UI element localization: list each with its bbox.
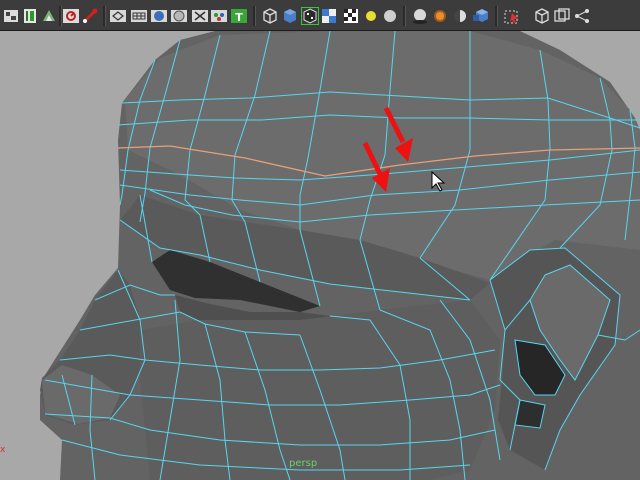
isolate-select-icon[interactable]	[573, 7, 591, 25]
surface-snap-icon[interactable]	[40, 7, 58, 25]
camera-icon[interactable]	[533, 7, 551, 25]
grid-snap-icon[interactable]	[2, 7, 20, 25]
svg-text:T: T	[235, 11, 243, 24]
bounding-box-icon[interactable]	[362, 7, 380, 25]
default-material-icon[interactable]	[261, 7, 279, 25]
flat-shade-icon[interactable]	[170, 7, 188, 25]
selection-highlight-icon[interactable]	[281, 7, 299, 25]
texture-display-icon[interactable]	[301, 7, 319, 25]
light-icon[interactable]	[342, 7, 360, 25]
texture-icon[interactable]	[210, 7, 228, 25]
xray-icon[interactable]	[191, 7, 209, 25]
checker-icon[interactable]	[320, 7, 338, 25]
resolution-gate-icon[interactable]	[472, 7, 490, 25]
camera-name-label: persp	[289, 458, 318, 469]
view-axis-indicator: x	[0, 445, 6, 455]
cube-shade-icon[interactable]	[451, 7, 469, 25]
isolate-object-icon[interactable]: T	[230, 7, 248, 25]
construction-history-icon[interactable]	[62, 7, 80, 25]
wireframe-shade-icon[interactable]	[109, 7, 127, 25]
smooth-shade-icon[interactable]	[150, 7, 168, 25]
head-mesh[interactable]	[0, 31, 640, 480]
hud-icon[interactable]	[130, 7, 148, 25]
curve-snap-icon[interactable]	[21, 7, 39, 25]
pivot-icon[interactable]	[553, 7, 571, 25]
panel-toolbar: T	[0, 0, 640, 31]
render-frame-icon[interactable]	[81, 7, 99, 25]
sphere-shade-icon[interactable]	[431, 7, 449, 25]
film-gate-icon[interactable]	[503, 7, 521, 25]
shadow-icon[interactable]	[381, 7, 399, 25]
perspective-viewport[interactable]	[0, 31, 640, 480]
ambient-occlusion-icon[interactable]	[411, 7, 429, 25]
